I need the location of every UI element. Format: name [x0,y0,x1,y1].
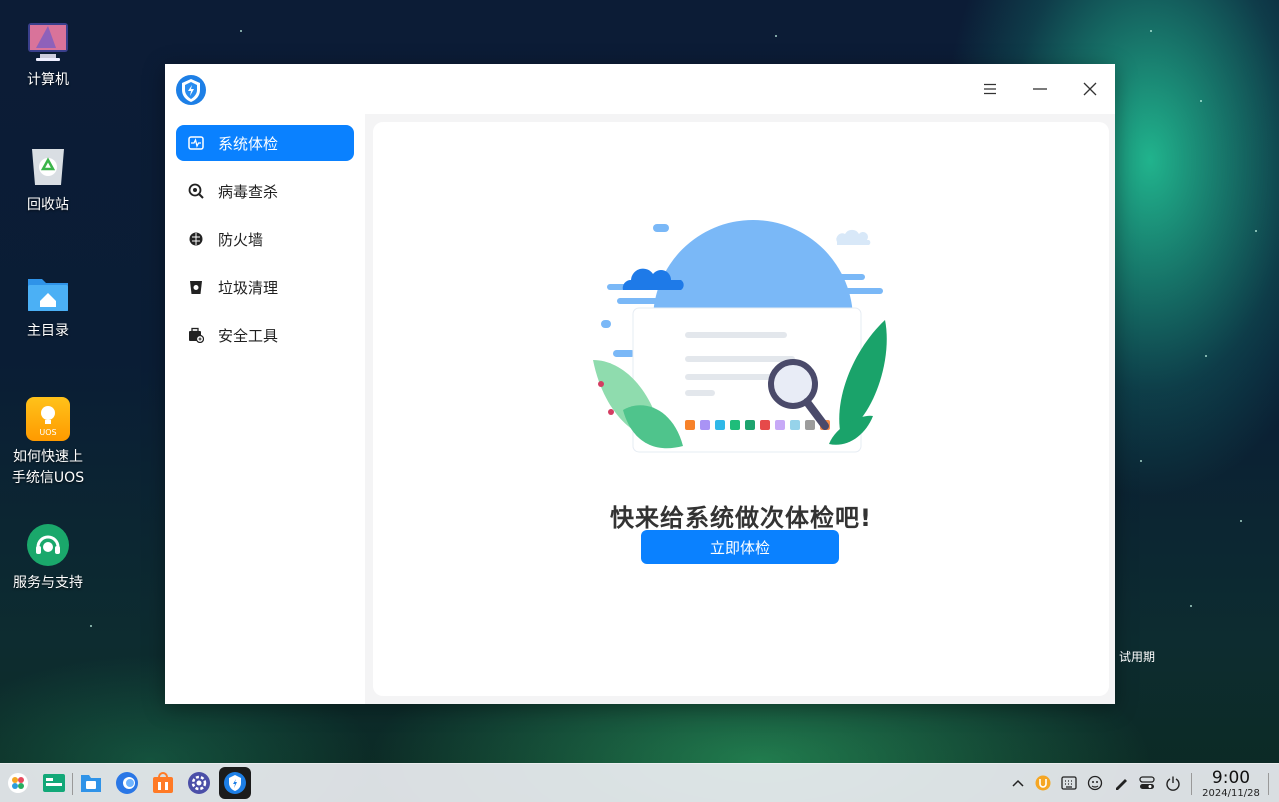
trash-clean-icon [188,279,204,295]
clock-time[interactable]: 9:00 [1205,768,1257,788]
uos-guide-icon: UOS [26,397,70,441]
browser-icon[interactable] [113,769,141,797]
desktop-icon-label: 计算机 [27,72,69,88]
desktop-icon-computer[interactable]: 计算机 [4,20,92,91]
health-check-headline: 快来给系统做次体检吧! [610,504,872,532]
close-button[interactable] [1072,72,1108,106]
computer-icon [26,20,70,64]
security-shield-icon [175,74,207,106]
titlebar [165,64,1115,114]
clock-date: 2024/11/28 [1202,788,1260,799]
sidebar-item-label: 垃圾清理 [218,278,279,297]
sidebar-item-label: 病毒查杀 [218,182,279,201]
minimize-button[interactable] [1022,72,1058,106]
firewall-icon [188,231,204,247]
desktop-icon-label: 回收站 [27,197,69,213]
sidebar-item-label: 系统体检 [218,134,279,153]
sidebar-item-tools[interactable]: 安全工具 [176,317,354,353]
trash-icon [26,145,70,189]
health-check-icon [188,135,204,151]
sidebar: 系统体检 病毒查杀 防火墙 垃圾清理 安全工具 [165,114,365,704]
sidebar-item-virus-scan[interactable]: 病毒查杀 [176,173,354,209]
keyboard-icon[interactable] [1059,773,1079,793]
desktop-icon-support[interactable]: 服务与支持 [4,523,92,594]
sidebar-item-label: 防火墙 [218,230,264,249]
taskbar: 9:00 2024/11/28 [0,763,1279,802]
desktop-icon-trash[interactable]: 回收站 [4,145,92,216]
tools-icon [188,327,204,343]
multitask-icon[interactable] [40,769,68,797]
toggle-icon[interactable] [1137,773,1157,793]
pen-icon[interactable] [1111,773,1131,793]
settings-icon[interactable] [185,769,213,797]
support-icon [26,523,70,567]
desktop-icon-home[interactable]: 主目录 [4,271,92,342]
sidebar-item-firewall[interactable]: 防火墙 [176,221,354,257]
desktop-icon-label: 主目录 [27,323,69,339]
sidebar-item-trash-clean[interactable]: 垃圾清理 [176,269,354,305]
input-method-icon[interactable] [1033,773,1053,793]
svg-text:UOS: UOS [39,428,56,437]
menu-button[interactable] [972,72,1008,106]
sidebar-item-label: 安全工具 [218,326,279,345]
power-icon[interactable] [1163,773,1183,793]
desktop-icon-uos-guide[interactable]: UOS 如何快速上 手统信UOS [4,397,92,489]
health-check-illustration [593,220,887,453]
app-store-icon[interactable] [149,769,177,797]
security-center-window: 系统体检 病毒查杀 防火墙 垃圾清理 安全工具 快来给系统做次体检吧! 立即体检 [165,64,1115,704]
tray-app-icon[interactable] [1085,773,1105,793]
health-check-panel: 快来给系统做次体检吧! 全面检测各项指标 立即体检 [373,122,1109,696]
start-check-button[interactable]: 立即体检 [641,530,839,564]
file-manager-icon[interactable] [77,769,105,797]
trial-label: 试用期 [1119,650,1156,664]
desktop-icon-label: 服务与支持 [13,575,83,591]
virus-scan-icon [188,183,204,199]
home-folder-icon [26,271,70,315]
sidebar-item-health-check[interactable]: 系统体检 [176,125,354,161]
chevron-up-icon[interactable] [1008,773,1028,793]
desktop-icon-label: 如何快速上 手统信UOS [11,449,85,486]
launcher-icon[interactable] [4,769,32,797]
security-center-icon[interactable] [219,767,251,799]
